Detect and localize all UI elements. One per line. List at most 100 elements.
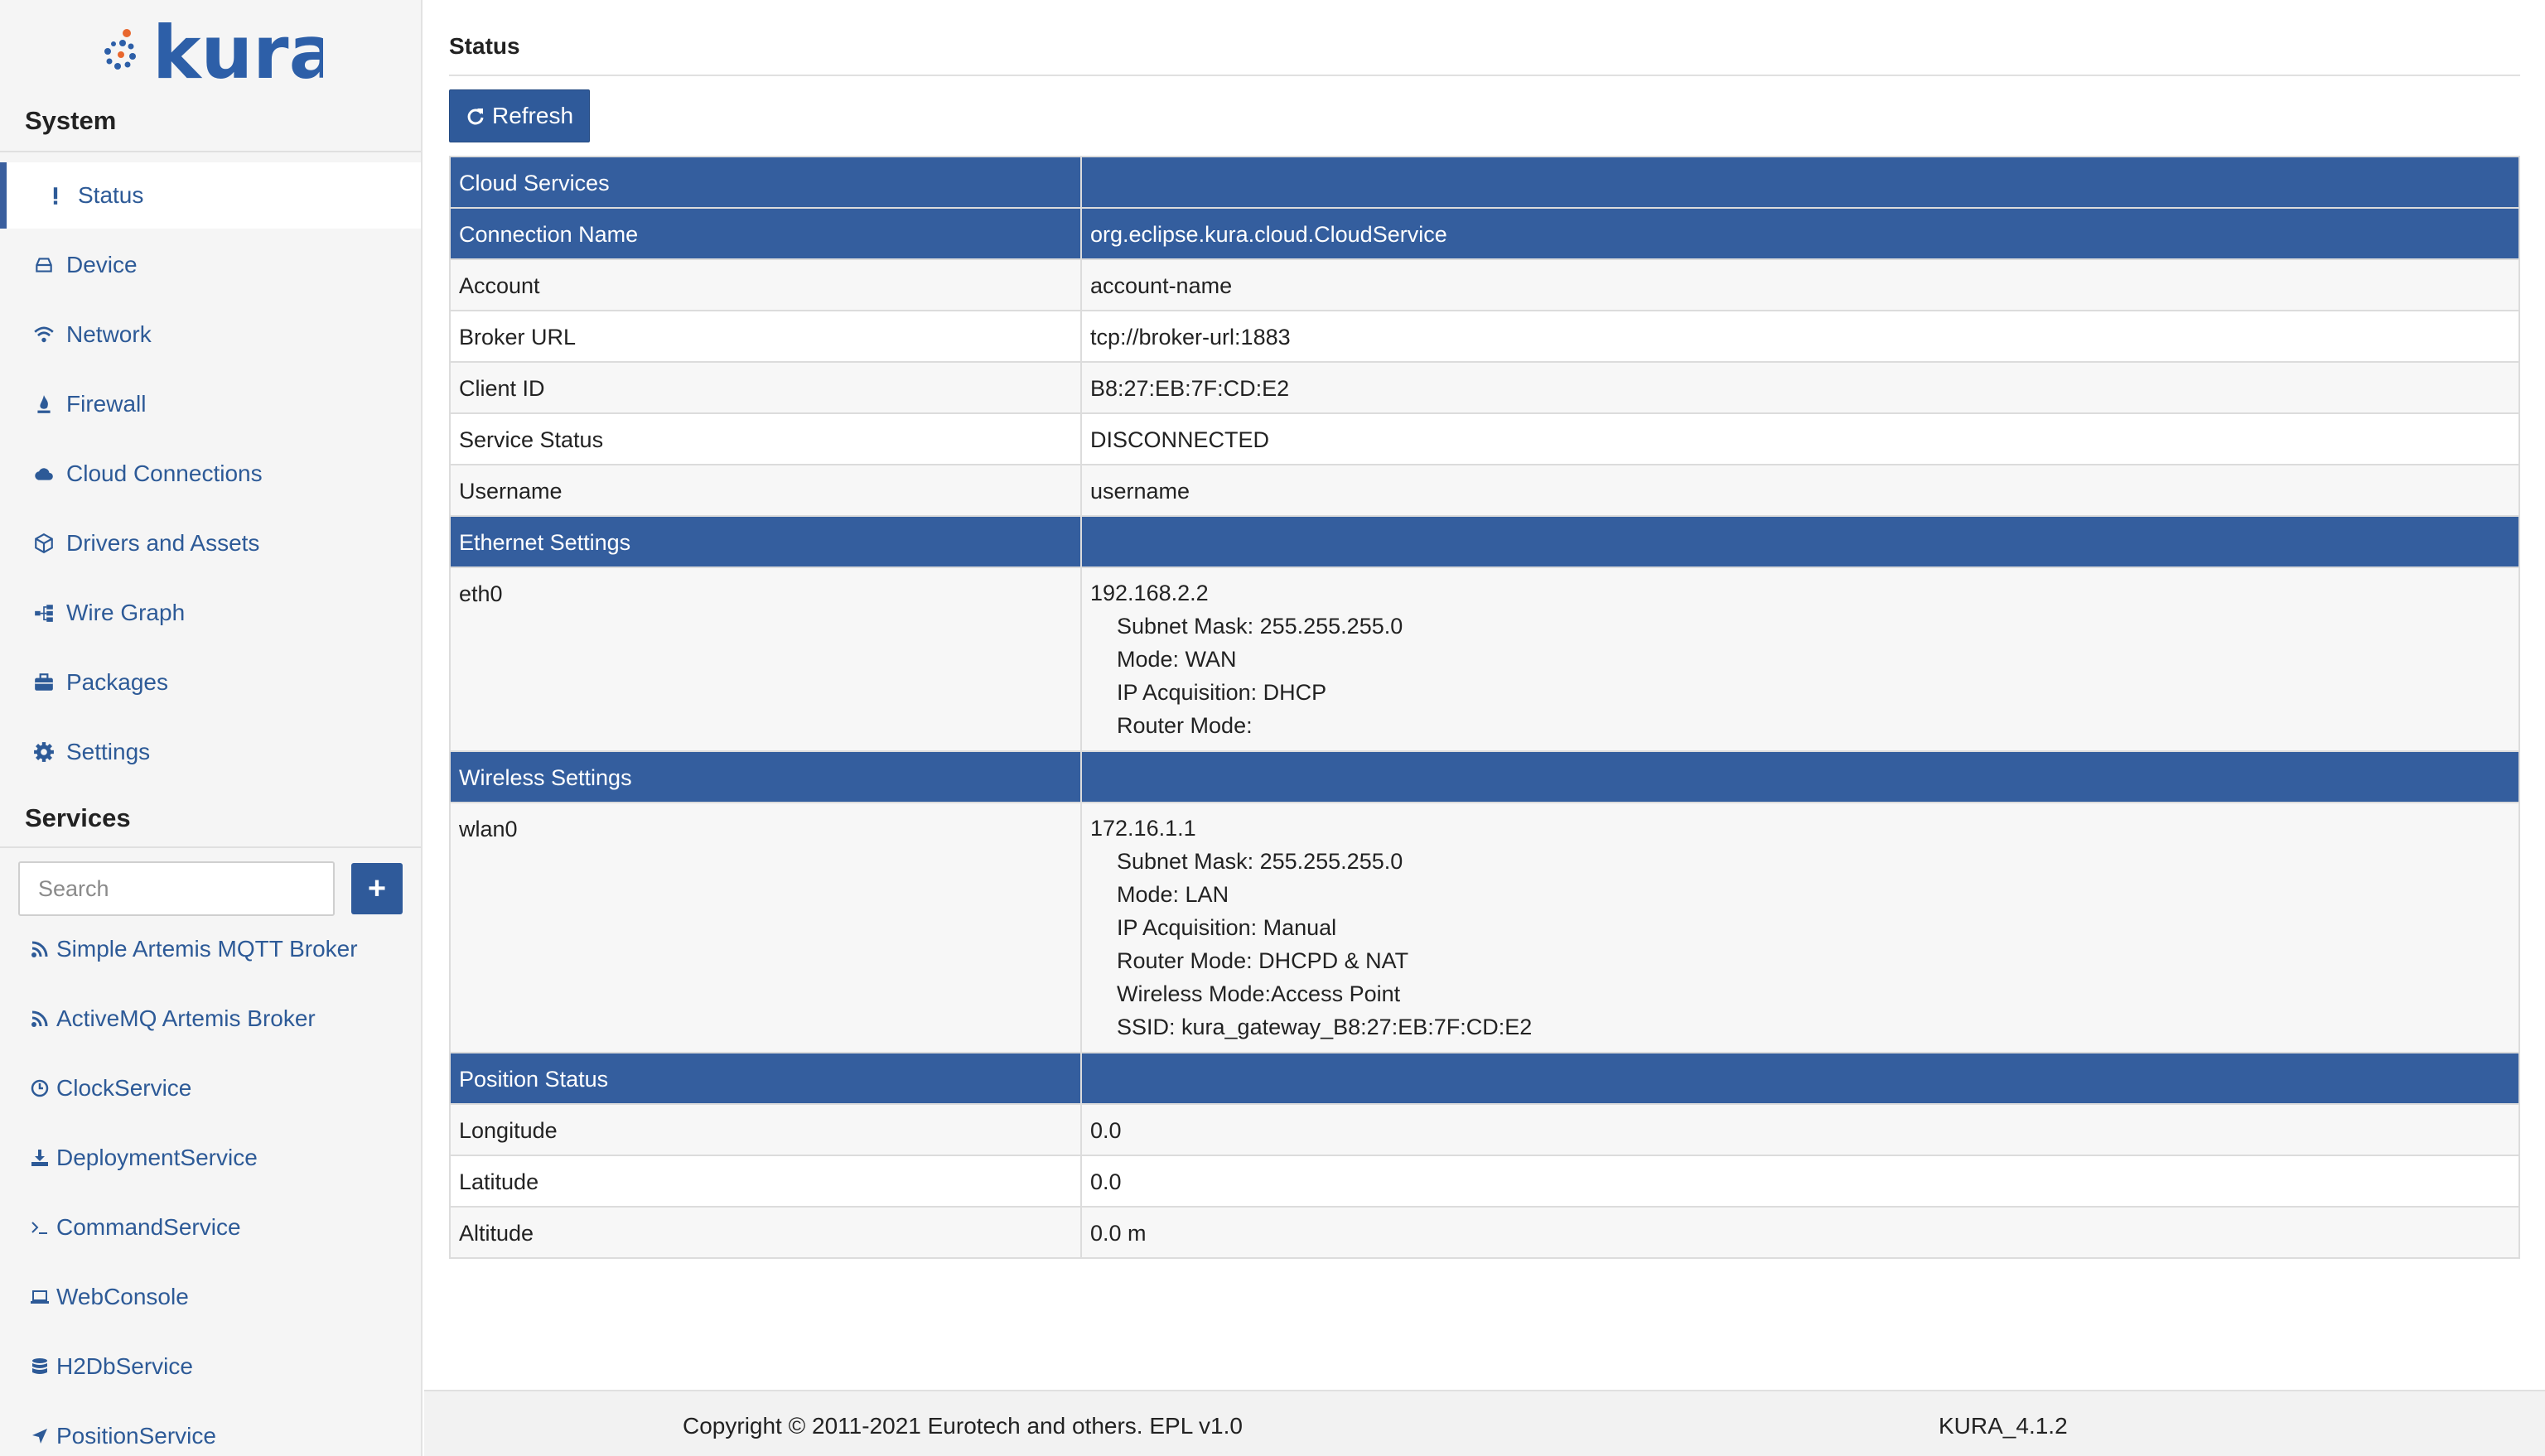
sidebar-item-device[interactable]: Device [0, 232, 421, 298]
row-value: 172.16.1.1 Subnet Mask: 255.255.255.0 Mo… [1080, 802, 2520, 1053]
table-row: Service Status DISCONNECTED [449, 412, 2520, 465]
table-row: Client ID B8:27:EB:7F:CD:E2 [449, 361, 2520, 414]
detail-line: IP Acquisition: Manual [1117, 915, 1337, 940]
detail-line: IP Acquisition: DHCP [1117, 680, 1327, 705]
row-value: 0.0 [1080, 1103, 2520, 1156]
service-item-commandservice[interactable]: CommandService [0, 1194, 421, 1261]
sidebar-item-label: Cloud Connections [66, 460, 263, 486]
sitemap-icon [33, 602, 55, 624]
sidebar-item-label: Packages [66, 669, 168, 695]
main-content: Status Refresh Cloud Services Connection… [424, 0, 2545, 1390]
service-item-deploymentservice[interactable]: DeploymentService [0, 1125, 421, 1191]
table-row: Connection Name org.eclipse.kura.cloud.C… [449, 207, 2520, 260]
sidebar-item-wire-graph[interactable]: Wire Graph [0, 580, 421, 646]
detail-line: Router Mode: DHCPD & NAT [1117, 948, 1409, 973]
sidebar-item-cloud-connections[interactable]: Cloud Connections [0, 441, 421, 507]
sidebar-item-packages[interactable]: Packages [0, 649, 421, 716]
page-title: Status [449, 33, 520, 59]
cloud-icon [33, 463, 55, 485]
fire-icon [33, 393, 55, 415]
service-item-label: CommandService [56, 1214, 241, 1240]
sidebar-item-label: Device [66, 252, 138, 277]
services-search-input[interactable] [18, 861, 335, 916]
detail-line: Mode: LAN [1117, 882, 1229, 907]
position-status-header: Position Status [449, 1052, 1082, 1105]
system-section-title: System [25, 106, 117, 135]
detail-line: Router Mode: [1117, 713, 1253, 738]
header-empty-cell [1080, 515, 2520, 568]
ip-address: 172.16.1.1 [1090, 816, 1196, 841]
detail-line: Subnet Mask: 255.255.255.0 [1117, 849, 1403, 874]
table-section-header: Position Status [449, 1052, 2520, 1105]
service-item-label: PositionService [56, 1423, 216, 1449]
database-icon [30, 1357, 50, 1376]
version-text: KURA_4.1.2 [1939, 1413, 2068, 1439]
row-value: username [1080, 464, 2520, 517]
row-label: Latitude [449, 1155, 1082, 1208]
table-row: Username username [449, 464, 2520, 517]
sidebar-item-drivers-and-assets[interactable]: Drivers and Assets [0, 510, 421, 576]
row-value: DISCONNECTED [1080, 412, 2520, 465]
sidebar-item-status[interactable]: Status [0, 162, 421, 229]
clock-icon [30, 1078, 50, 1098]
service-item-label: Simple Artemis MQTT Broker [56, 936, 358, 962]
header-empty-cell [1080, 1052, 2520, 1105]
detail-line: SSID: kura_gateway_B8:27:EB:7F:CD:E2 [1117, 1015, 1533, 1039]
sidebar-item-label: Drivers and Assets [66, 530, 260, 556]
services-section-title: Services [25, 803, 131, 832]
sidebar: kura System Status Device Network Firewa… [0, 0, 423, 1456]
row-label: Broker URL [449, 310, 1082, 363]
row-label: wlan0 [449, 802, 1082, 1053]
laptop-icon [30, 1287, 50, 1307]
terminal-icon [30, 1217, 50, 1237]
sidebar-item-label: Network [66, 321, 152, 347]
status-table: Cloud Services Connection Name org.eclip… [449, 156, 2520, 1259]
table-section-header: Cloud Services [449, 156, 2520, 209]
divider [449, 75, 2520, 76]
kura-logo: kura [99, 13, 323, 88]
row-label: Client ID [449, 361, 1082, 414]
row-label: eth0 [449, 566, 1082, 752]
sidebar-item-network[interactable]: Network [0, 301, 421, 368]
service-item-label: WebConsole [56, 1284, 189, 1309]
refresh-label: Refresh [491, 103, 574, 128]
svg-text:kura: kura [152, 13, 323, 88]
row-value: 0.0 [1080, 1155, 2520, 1208]
sidebar-item-firewall[interactable]: Firewall [0, 371, 421, 437]
table-row: wlan0 172.16.1.1 Subnet Mask: 255.255.25… [449, 802, 2520, 1053]
row-value: account-name [1080, 258, 2520, 311]
service-item-webconsole[interactable]: WebConsole [0, 1264, 421, 1330]
detail-line: Mode: WAN [1117, 647, 1237, 672]
sidebar-item-settings[interactable]: Settings [0, 719, 421, 785]
cube-icon [33, 533, 55, 554]
service-item-clockservice[interactable]: ClockService [0, 1055, 421, 1121]
sidebar-item-label: Status [78, 182, 144, 208]
row-label: Username [449, 464, 1082, 517]
copyright-text: Copyright © 2011-2021 Eurotech and other… [683, 1413, 1243, 1439]
table-row: Altitude 0.0 m [449, 1206, 2520, 1259]
service-item-simple-artemis-mqtt-broker[interactable]: Simple Artemis MQTT Broker [0, 916, 421, 982]
refresh-button[interactable]: Refresh [449, 89, 590, 142]
gear-icon [33, 741, 55, 763]
service-item-activemq-artemis-broker[interactable]: ActiveMQ Artemis Broker [0, 986, 421, 1052]
service-item-label: H2DbService [56, 1353, 193, 1379]
ip-address: 192.168.2.2 [1090, 581, 1209, 605]
row-label: Connection Name [449, 207, 1082, 260]
service-item-positionservice[interactable]: PositionService [0, 1403, 421, 1456]
row-label: Service Status [449, 412, 1082, 465]
sidebar-item-label: Settings [66, 739, 151, 764]
service-item-label: ClockService [56, 1075, 192, 1101]
table-row: Latitude 0.0 [449, 1155, 2520, 1208]
add-service-button[interactable]: + [351, 863, 403, 914]
table-row: Broker URL tcp://broker-url:1883 [449, 310, 2520, 363]
row-label: Longitude [449, 1103, 1082, 1156]
rss-icon [30, 1009, 50, 1029]
footer: Copyright © 2011-2021 Eurotech and other… [424, 1390, 2545, 1456]
service-item-h2dbservice[interactable]: H2DbService [0, 1333, 421, 1400]
row-value: org.eclipse.kura.cloud.CloudService [1080, 207, 2520, 260]
divider [0, 151, 421, 152]
table-row: Longitude 0.0 [449, 1103, 2520, 1156]
kura-logo-icon: kura [104, 13, 323, 88]
briefcase-icon [33, 672, 55, 693]
detail-line: Wireless Mode:Access Point [1117, 981, 1401, 1006]
